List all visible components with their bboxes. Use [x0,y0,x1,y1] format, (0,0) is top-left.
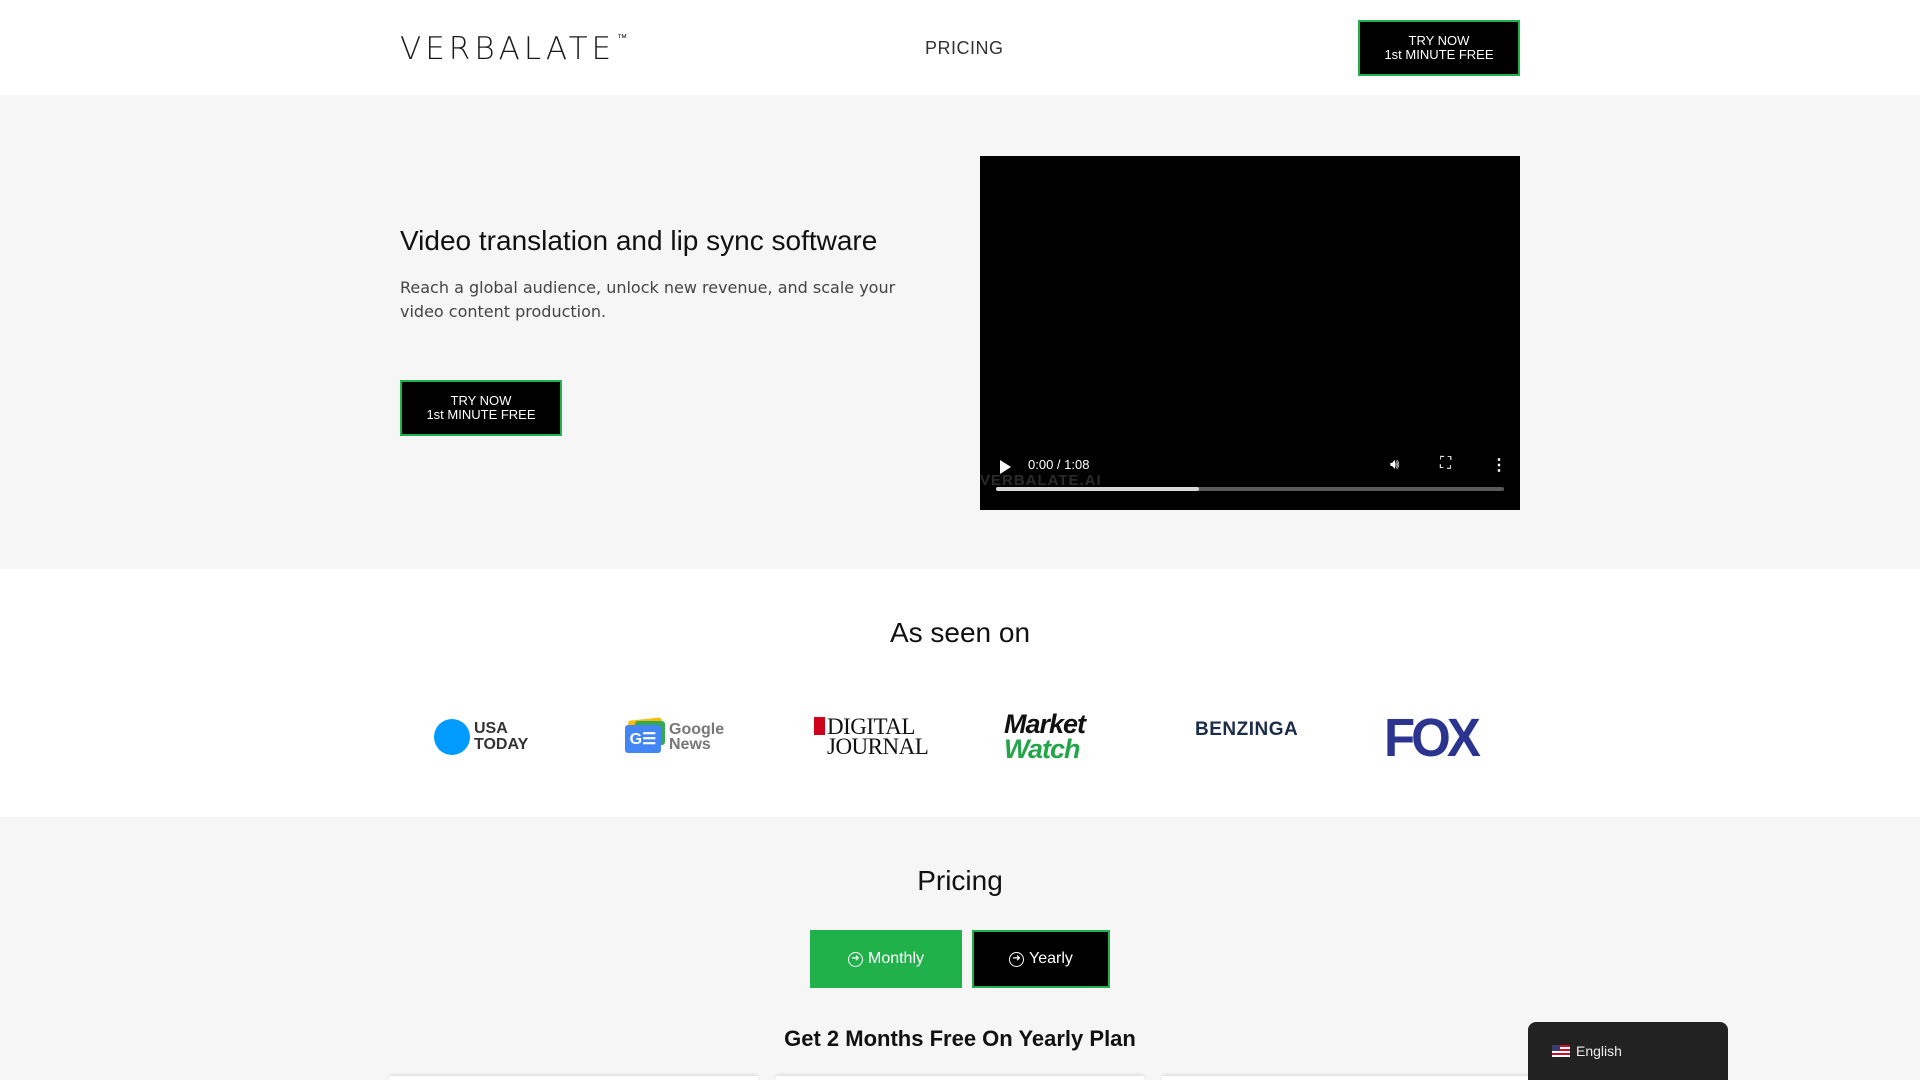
language-label: English [1576,1043,1622,1059]
benzinga-logo: BENZINGA [1195,709,1298,765]
google-news-line-1: Google [669,721,725,738]
google-news-mark: G☰ [625,725,661,753]
hero-section: Video translation and lip sync software … [0,95,1920,569]
volume-icon[interactable]: 🔊︎ [1390,456,1399,473]
fox-text: FOX [1384,707,1481,767]
video-buffered-fill [996,487,1200,491]
more-options-icon[interactable]: ⋮ [1491,455,1507,475]
hero-title: Video translation and lip sync software [400,225,878,256]
usa-today-line-1: USA [474,720,508,737]
monthly-label: Monthly [867,950,925,967]
cta-line-2: 1st MINUTE FREE [1384,47,1494,62]
google-news-line-2: News [669,736,711,753]
google-news-icon: G☰ [625,717,665,755]
logo-text: VERBALATE [400,31,616,67]
video-time-display: 0:00 / 1:08 [1028,457,1090,472]
as-seen-on-section: As seen on USA TODAY G☰ Google News DIGI… [0,569,1920,817]
fullscreen-icon[interactable]: ⛶ [1440,455,1451,473]
usa-today-logo: USA TODAY [434,709,528,765]
verbalate-logo[interactable]: VERBALATE ™ [400,31,627,67]
usa-today-dot-icon [434,719,470,755]
hero-subtitle: Reach a global audience, unlock new reve… [400,278,896,321]
pricing-title: Pricing [917,865,1003,896]
cta-line-1: TRY NOW [1408,33,1470,48]
pricing-card-top-edge [1162,1076,1530,1080]
benzinga-text: BENZINGA [1195,719,1299,740]
site-header: VERBALATE ™ PRICING TRY NOW 1st MINUTE FR… [0,0,1920,95]
fox-logo: FOX [1384,707,1481,767]
cta-line-1: TRY NOW [450,393,512,408]
language-switcher[interactable]: English [1528,1022,1728,1080]
digital-journal-line-2: JOURNAL [827,734,929,759]
google-news-logo: G☰ Google News [625,709,724,765]
trademark-mark: ™ [617,33,628,44]
arrow-circle-right-icon: ➜ [1009,951,1025,967]
monthly-toggle-button[interactable]: ➜ Monthly [810,930,962,988]
pricing-card-top-edge [776,1076,1144,1080]
marketwatch-logo: Market Watch [1004,709,1086,765]
arrow-circle-right-icon: ➜ [847,951,863,967]
cta-line-2: 1st MINUTE FREE [426,407,536,422]
us-flag-icon [1552,1045,1570,1057]
demo-video-player[interactable]: 0:00 / 1:08 🔊︎ ⛶ ⋮ VERBALATE.AI [980,156,1520,510]
yearly-toggle-button[interactable]: ➜ Yearly [972,930,1110,988]
digital-journal-logo: DIGITAL JOURNAL [814,709,929,765]
as-seen-on-title: As seen on [889,617,1031,648]
hero-try-now-button[interactable]: TRY NOW 1st MINUTE FREE [400,380,562,436]
usa-today-line-2: TODAY [474,736,529,753]
video-progress-bar[interactable] [996,487,1504,491]
yearly-label: Yearly [1029,950,1073,967]
pricing-card-top-edge [390,1076,758,1080]
marketwatch-line-2: Watch [1004,734,1081,764]
header-try-now-button[interactable]: TRY NOW 1st MINUTE FREE [1358,20,1520,76]
digital-journal-mark-icon [814,717,825,735]
nav-pricing-link[interactable]: PRICING [925,38,1004,59]
